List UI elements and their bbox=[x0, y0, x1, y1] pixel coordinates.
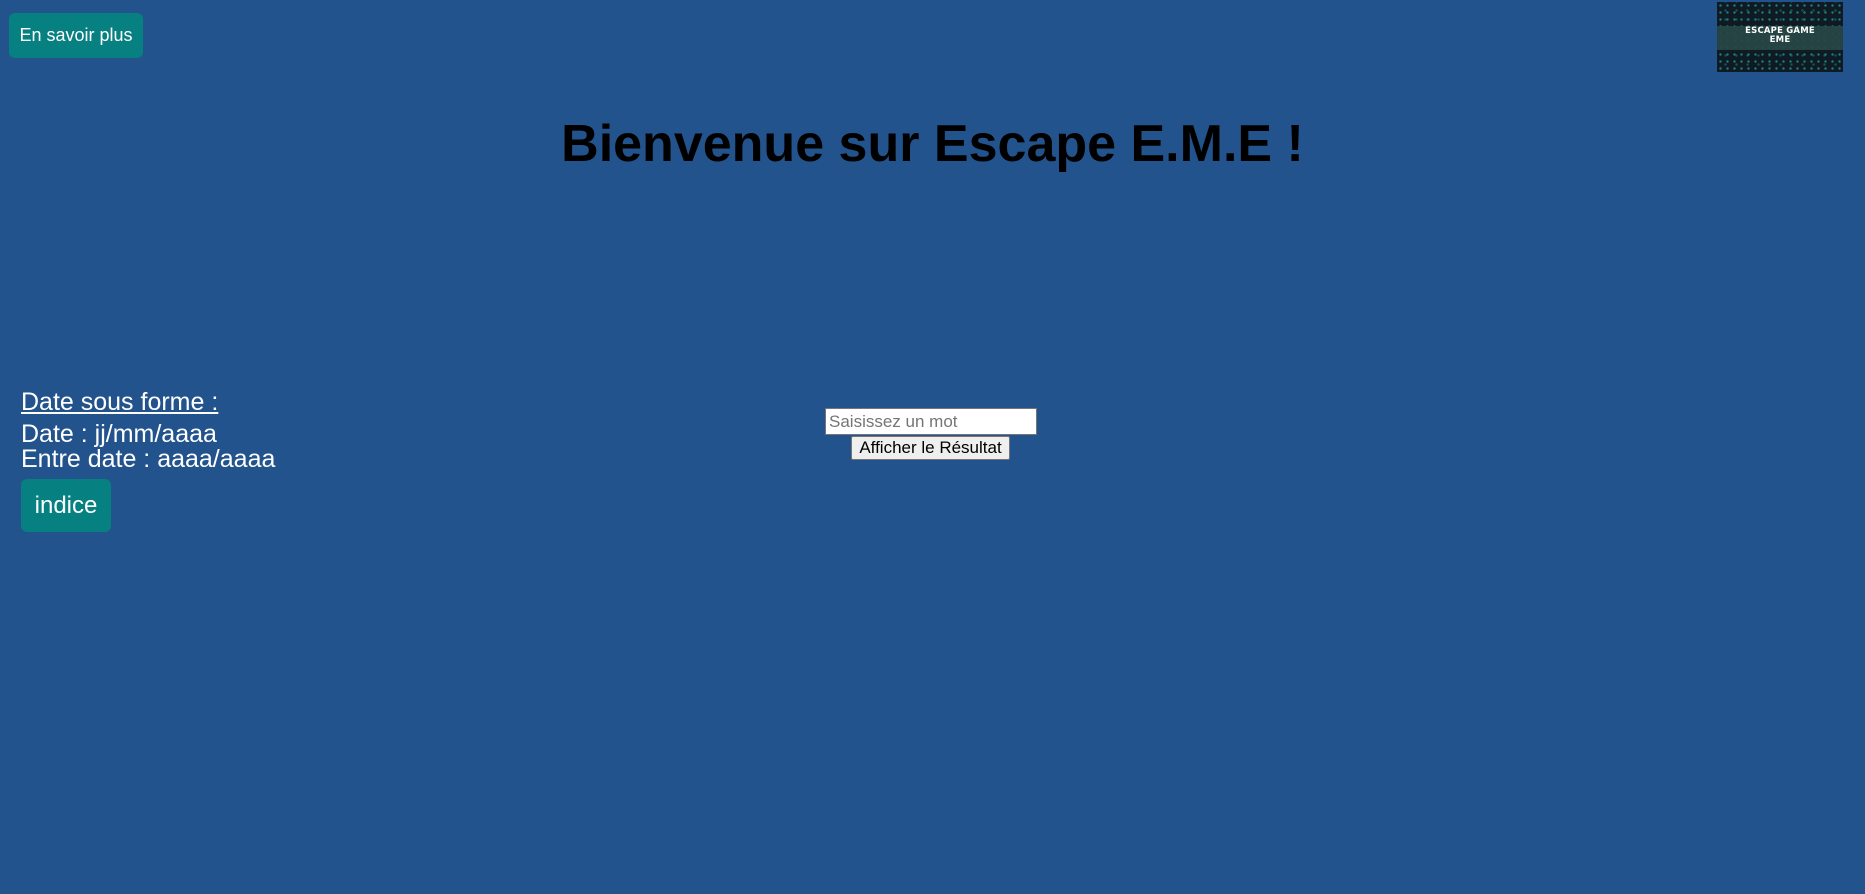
word-input[interactable] bbox=[825, 408, 1037, 435]
date-format-heading: Date sous forme : bbox=[21, 388, 219, 416]
page-title: Bienvenue sur Escape E.M.E ! bbox=[561, 115, 1304, 173]
logo-title: ESCAPE GAME EME bbox=[1745, 26, 1815, 45]
show-result-button[interactable]: Afficher le Résultat bbox=[851, 436, 1010, 460]
escape-game-logo: ESCAPE GAME EME bbox=[1717, 2, 1843, 72]
date-format-help: Date sous forme : Date : jj/mm/aaaa Entr… bbox=[21, 390, 275, 472]
date-range-format-line: Entre date : aaaa/aaaa bbox=[21, 445, 276, 473]
date-format-line: Date : jj/mm/aaaa bbox=[21, 420, 217, 448]
hint-button[interactable]: indice bbox=[21, 479, 111, 532]
page: En savoir plus ESCAPE GAME EME Bienvenue… bbox=[0, 0, 1865, 894]
learn-more-button[interactable]: En savoir plus bbox=[9, 13, 143, 58]
